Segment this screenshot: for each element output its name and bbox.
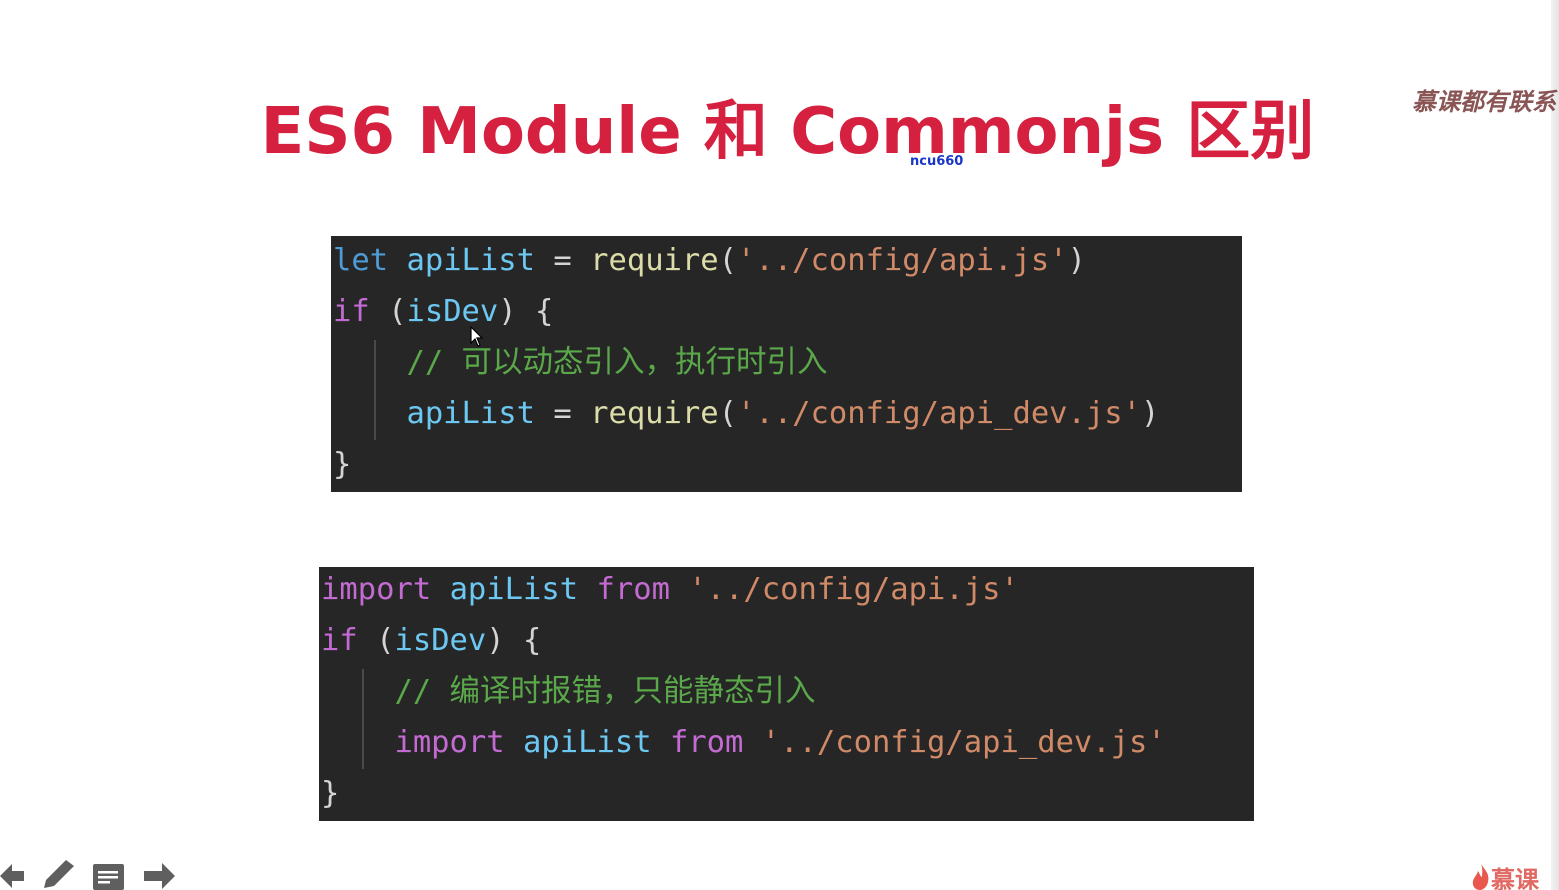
code-token: ) [1141,396,1160,431]
code-token: apiList [406,396,535,431]
code-token: from [596,572,670,607]
code-token: ) { [486,623,542,658]
mouse-cursor-icon [470,326,484,347]
code-token: '../config/api_dev.js' [761,725,1166,760]
code-line: import apiList from '../config/api.js' [321,567,1019,615]
code-token: '../config/api.js' [737,243,1068,278]
code-token: ( [369,294,407,329]
code-token: ( [718,243,738,278]
code-token: if [333,294,370,329]
code-token: apiList [406,243,536,278]
user-watermark: ncu660 [910,154,964,169]
code-line: } [333,439,351,490]
code-token: apiList [449,572,579,607]
code-token: import [394,725,505,760]
code-token: // 可以动态引入，执行时引入 [406,345,828,380]
code-token: = [535,396,591,431]
code-line: if (isDev) { [321,615,541,666]
slide-title-text: ES6 Module 和 Commonjs 区别 [260,95,1315,169]
notes-icon[interactable] [92,862,126,890]
code-line: let apiList = require('../config/api.js'… [333,236,1086,286]
brand-text: 慕课 [1491,866,1539,890]
presentation-toolbar [0,860,200,890]
code-line: // 编译时报错，只能静态引入 [321,666,816,717]
code-line: if (isDev) { [333,286,553,337]
code-token: ( [718,396,738,431]
code-token: } [321,776,340,811]
slide-page: ES6 Module 和 Commonjs 区别 ncu660 慕课都有联系 l… [0,0,1559,890]
code-line: import apiList from '../config/api_dev.j… [321,717,1166,768]
code-token: // 编译时报错，只能静态引入 [394,674,816,709]
brand-logo: 慕课 [1469,862,1559,890]
code-token: ( [357,623,395,658]
es6-module-code-block: import apiList from '../config/api.js' i… [319,567,1254,821]
code-token: let [333,243,389,278]
code-token: isDev [406,294,499,329]
code-token: } [333,447,352,482]
code-token: '../config/api.js' [688,572,1019,607]
arrow-right-icon[interactable] [142,860,176,890]
course-watermark: 慕课都有联系 [1412,87,1556,116]
code-token: '../config/api_dev.js' [737,396,1141,431]
arrow-left-icon[interactable] [0,860,26,890]
code-token: require [590,396,719,431]
code-token: if [321,623,358,658]
code-token: ) { [498,294,554,329]
code-token: from [669,725,744,760]
code-line: } [321,768,339,819]
pen-icon[interactable] [42,860,78,890]
flame-icon [1472,864,1489,890]
commonjs-code-block: let apiList = require('../config/api.js'… [331,236,1242,492]
code-token: isDev [394,623,487,658]
code-token: ) [1067,243,1086,278]
code-token: = [535,243,591,278]
code-line: // 可以动态引入，执行时引入 [333,337,828,388]
slide-title: ES6 Module 和 Commonjs 区别 [0,92,1559,172]
code-token: require [590,243,719,278]
code-token: import [321,572,432,607]
code-token: apiList [523,725,652,760]
code-line: apiList = require('../config/api_dev.js'… [333,388,1159,439]
